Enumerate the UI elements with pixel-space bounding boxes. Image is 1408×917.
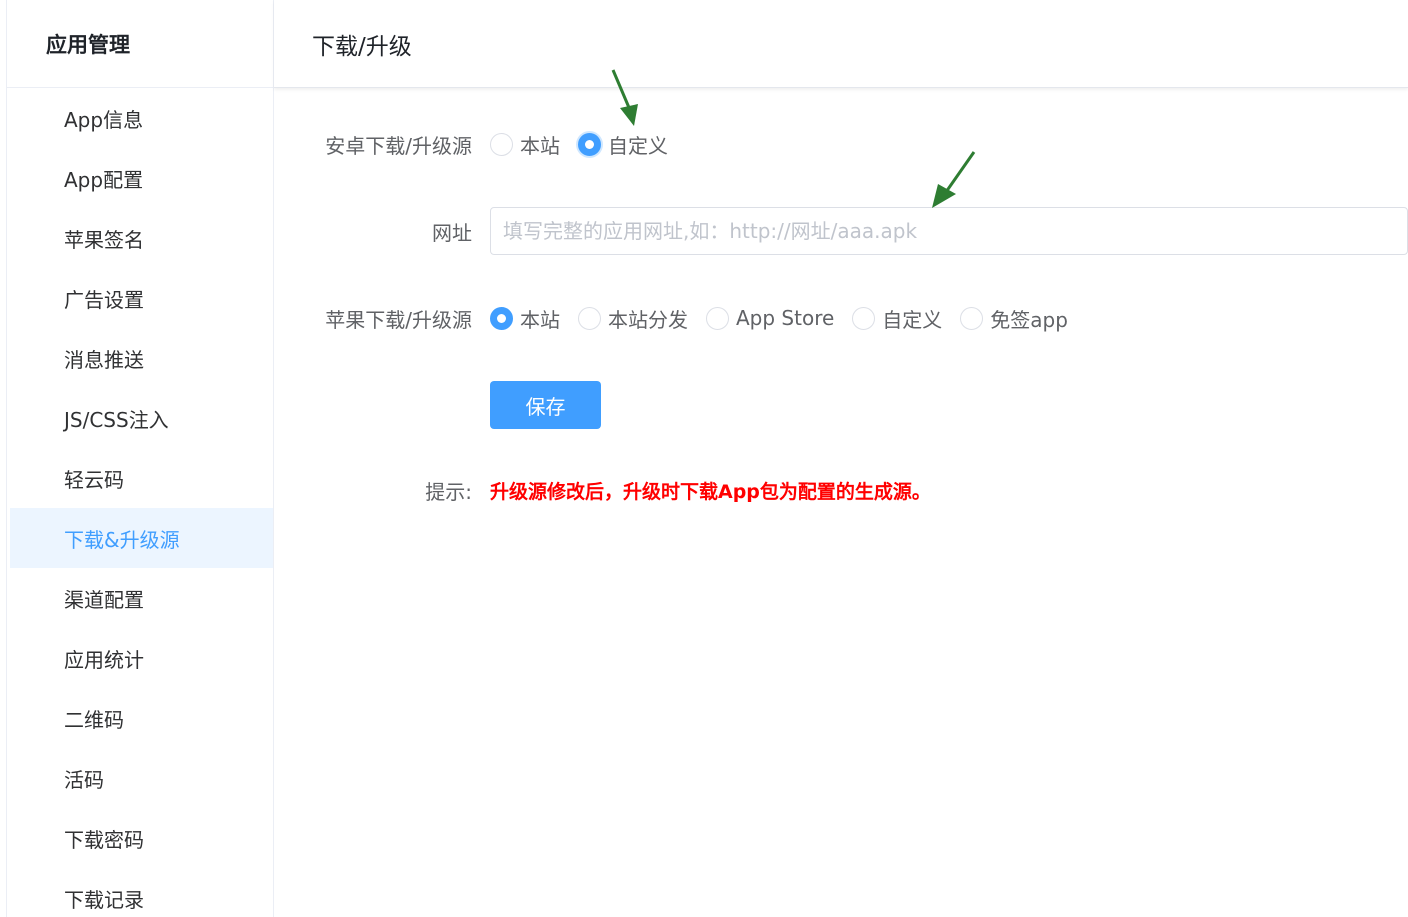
url-row: 网址 (274, 207, 1408, 255)
radio-circle[interactable] (706, 306, 729, 330)
page-title: 下载/升级 (274, 0, 1408, 88)
radio-label: 本站分发 (608, 307, 688, 332)
sidebar-item-download-records[interactable]: 下载记录 (10, 868, 273, 917)
radio-label: App Store (736, 306, 835, 330)
android-source-row: 安卓下载/升级源 本站 自定义 (274, 120, 1408, 168)
radio-circle[interactable] (960, 306, 984, 330)
sidebar-item-app-info[interactable]: App信息 (10, 88, 273, 148)
sidebar-title: 应用管理 (7, 0, 273, 88)
sidebar-item-download-upgrade-source[interactable]: 下载&升级源 (10, 508, 273, 568)
tip-text: 升级源修改后，升级时下载App包为配置的生成源。 (490, 480, 931, 503)
sidebar-item-download-password[interactable]: 下载密码 (10, 808, 273, 868)
save-button[interactable]: 保存 (490, 381, 601, 429)
sidebar-item-js-css-inject[interactable]: JS/CSS注入 (10, 388, 273, 448)
sidebar: 应用管理 App信息 App配置 苹果签名 广告设置 消息推送 JS/CSS注入… (6, 0, 274, 917)
sidebar-item-app-stats[interactable]: 应用统计 (10, 628, 273, 688)
radio-circle[interactable] (852, 306, 876, 330)
url-input[interactable] (490, 207, 1408, 255)
tip-row: 提示: 升级源修改后，升级时下载App包为配置的生成源。 (274, 466, 1408, 514)
ios-radio-custom[interactable]: 自定义 (852, 304, 942, 333)
radio-label: 本站 (520, 133, 560, 158)
sidebar-item-light-cloud-code[interactable]: 轻云码 (10, 448, 273, 508)
android-radio-custom[interactable]: 自定义 (578, 130, 668, 159)
sidebar-item-app-config[interactable]: App配置 (10, 148, 273, 208)
sidebar-item-live-code[interactable]: 活码 (10, 748, 273, 808)
radio-label: 自定义 (608, 133, 668, 158)
ios-radio-app-store[interactable]: App Store (706, 306, 834, 330)
tip-label: 提示: (425, 479, 472, 504)
radio-label: 免签app (990, 307, 1068, 332)
sidebar-item-ad-settings[interactable]: 广告设置 (10, 268, 273, 328)
sidebar-item-apple-signing[interactable]: 苹果签名 (10, 208, 273, 268)
sidebar-menu: App信息 App配置 苹果签名 广告设置 消息推送 JS/CSS注入 轻云码 … (10, 88, 273, 917)
main-panel: 下载/升级 安卓下载/升级源 本站 自定义 网址 苹果下载/升级源 本站 (274, 0, 1408, 917)
ios-radio-this-site[interactable]: 本站 (490, 304, 560, 333)
ios-source-label: 苹果下载/升级源 (325, 307, 472, 332)
radio-label: 本站 (520, 307, 560, 332)
android-source-label: 安卓下载/升级源 (325, 133, 472, 158)
ios-radio-site-distribution[interactable]: 本站分发 (578, 304, 688, 333)
android-source-radio-group: 本站 自定义 (490, 130, 686, 159)
ios-source-radio-group: 本站 本站分发 App Store 自定义 免签app (490, 304, 1086, 333)
sidebar-item-channel-config[interactable]: 渠道配置 (10, 568, 273, 628)
ios-source-row: 苹果下载/升级源 本站 本站分发 App Store 自定义 免签app (274, 294, 1408, 342)
radio-circle[interactable] (578, 306, 601, 330)
save-row: 保存 (274, 381, 1408, 429)
ios-radio-no-sign-app[interactable]: 免签app (960, 304, 1068, 333)
radio-label: 自定义 (882, 307, 943, 332)
radio-circle-checked[interactable] (490, 306, 513, 330)
radio-circle[interactable] (490, 132, 513, 156)
radio-circle-checked[interactable] (578, 132, 601, 156)
android-radio-this-site[interactable]: 本站 (490, 130, 560, 159)
sidebar-item-qrcode[interactable]: 二维码 (10, 688, 273, 748)
sidebar-item-push[interactable]: 消息推送 (10, 328, 273, 388)
url-label: 网址 (432, 220, 472, 245)
